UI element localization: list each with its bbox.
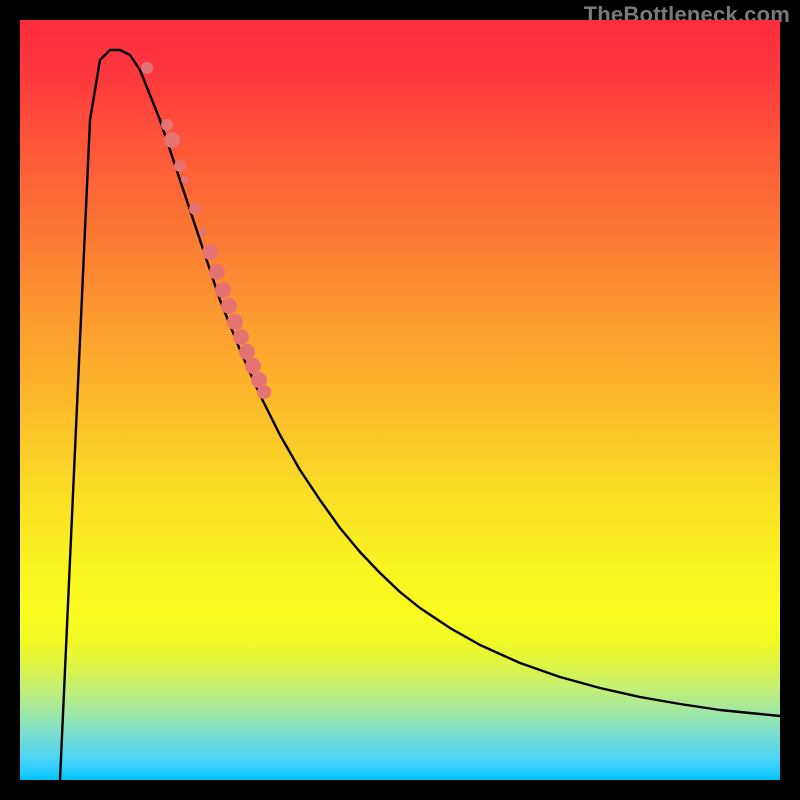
data-point-marker <box>233 329 249 345</box>
data-point-marker <box>174 160 186 172</box>
data-point-marker <box>221 298 237 314</box>
data-point-marker <box>189 203 201 215</box>
data-point-marker <box>227 314 243 330</box>
data-point-marker <box>161 119 173 131</box>
plot-area <box>20 20 780 780</box>
chart-frame: TheBottleneck.com <box>0 0 800 800</box>
data-point-marker <box>199 228 207 236</box>
data-point-marker <box>164 132 180 148</box>
bottleneck-curve <box>60 50 780 780</box>
data-point-marker <box>202 244 218 260</box>
data-point-marker <box>209 264 225 280</box>
data-point-marker <box>257 385 271 399</box>
data-point-marker <box>181 176 189 184</box>
curve-svg <box>20 20 780 780</box>
data-point-marker <box>141 62 153 74</box>
data-point-marker <box>215 282 231 298</box>
